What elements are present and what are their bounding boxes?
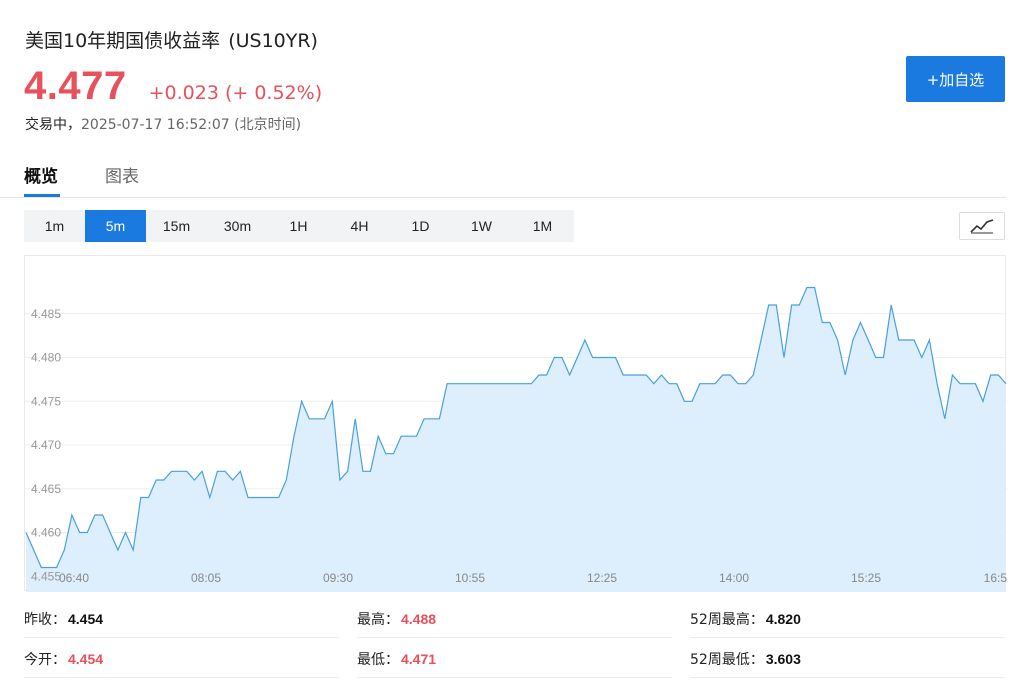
x-tick-label: 16:5 bbox=[984, 571, 1007, 585]
x-tick-label: 06:40 bbox=[59, 571, 89, 585]
stats-row: 昨收： 4.454 最高： 4.488 52周最高： 4.820 bbox=[24, 600, 1006, 638]
instrument-title: 美国10年期国债收益率 (US10YR) bbox=[25, 26, 318, 53]
add-to-watchlist-button[interactable]: +加自选 bbox=[906, 56, 1005, 102]
price-change: +0.023 (+ 0.52%) bbox=[148, 82, 323, 104]
stat-open: 今开： 4.454 bbox=[24, 640, 339, 678]
x-tick-label: 15:25 bbox=[851, 571, 881, 585]
open-value: 4.454 bbox=[68, 651, 104, 667]
interval-1h[interactable]: 1H bbox=[268, 210, 329, 242]
high-value: 4.488 bbox=[401, 611, 437, 627]
y-tick-label: 4.455 bbox=[31, 569, 61, 583]
52w-low-value: 3.603 bbox=[765, 651, 801, 667]
x-tick-label: 10:55 bbox=[455, 571, 485, 585]
x-tick-label: 14:00 bbox=[719, 571, 749, 585]
prev-close-value: 4.454 bbox=[68, 611, 104, 627]
x-tick-label: 09:30 bbox=[323, 571, 353, 585]
52w-high-value: 4.820 bbox=[765, 611, 801, 627]
tab-chart[interactable]: 图表 bbox=[105, 162, 139, 187]
interval-1mo[interactable]: 1M bbox=[512, 210, 573, 242]
stats-row: 今开： 4.454 最低： 4.471 52周最低： 3.603 bbox=[24, 640, 1006, 678]
y-tick-label: 4.475 bbox=[31, 394, 61, 408]
interval-1m[interactable]: 1m bbox=[24, 210, 85, 242]
y-tick-label: 4.480 bbox=[31, 351, 61, 365]
trading-status: 交易中，2025-07-17 16:52:07 (北京时间) bbox=[25, 114, 301, 134]
stat-prev-close: 昨收： 4.454 bbox=[24, 600, 339, 638]
chart-type-toggle-button[interactable] bbox=[959, 212, 1005, 240]
tab-overview[interactable]: 概览 bbox=[24, 162, 58, 187]
price-chart: 4.485 4.480 4.475 4.470 4.465 4.460 4.455 06:40… bbox=[24, 255, 1007, 592]
line-chart-icon bbox=[970, 219, 994, 234]
interval-30m[interactable]: 30m bbox=[207, 210, 268, 242]
interval-1w[interactable]: 1W bbox=[451, 210, 512, 242]
y-tick-label: 4.485 bbox=[31, 307, 61, 321]
price-area-fill bbox=[26, 287, 1006, 592]
x-tick-label: 08:05 bbox=[191, 571, 221, 585]
interval-1d[interactable]: 1D bbox=[390, 210, 451, 242]
stat-52w-high: 52周最高： 4.820 bbox=[690, 600, 1005, 638]
tab-bar: 概览 图表 bbox=[0, 160, 1006, 198]
current-price: 4.477 bbox=[24, 64, 127, 108]
trading-state: 交易中， bbox=[25, 117, 81, 133]
price-chart-canvas: 4.485 4.480 4.475 4.470 4.465 4.460 4.45506:40… bbox=[25, 286, 1007, 592]
instrument-name: 美国10年期国债收益率 bbox=[25, 30, 221, 52]
interval-selector: 1m 5m 15m 30m 1H 4H 1D 1W 1M bbox=[24, 210, 574, 242]
interval-4h[interactable]: 4H bbox=[329, 210, 390, 242]
y-tick-label: 4.460 bbox=[31, 526, 61, 540]
x-tick-label: 12:25 bbox=[587, 571, 617, 585]
instrument-code: (US10YR) bbox=[228, 30, 318, 52]
stat-high: 最高： 4.488 bbox=[357, 600, 672, 638]
price-row: 4.477 +0.023 (+ 0.52%) bbox=[24, 64, 322, 109]
y-tick-label: 4.465 bbox=[31, 482, 61, 496]
stat-52w-low: 52周最低： 3.603 bbox=[690, 640, 1005, 678]
update-timestamp: 2025-07-17 16:52:07 (北京时间) bbox=[81, 117, 302, 133]
stat-low: 最低： 4.471 bbox=[357, 640, 672, 678]
low-value: 4.471 bbox=[401, 651, 437, 667]
y-tick-label: 4.470 bbox=[31, 438, 61, 452]
active-tab-indicator bbox=[24, 194, 60, 197]
interval-5m[interactable]: 5m bbox=[85, 210, 146, 242]
interval-15m[interactable]: 15m bbox=[146, 210, 207, 242]
